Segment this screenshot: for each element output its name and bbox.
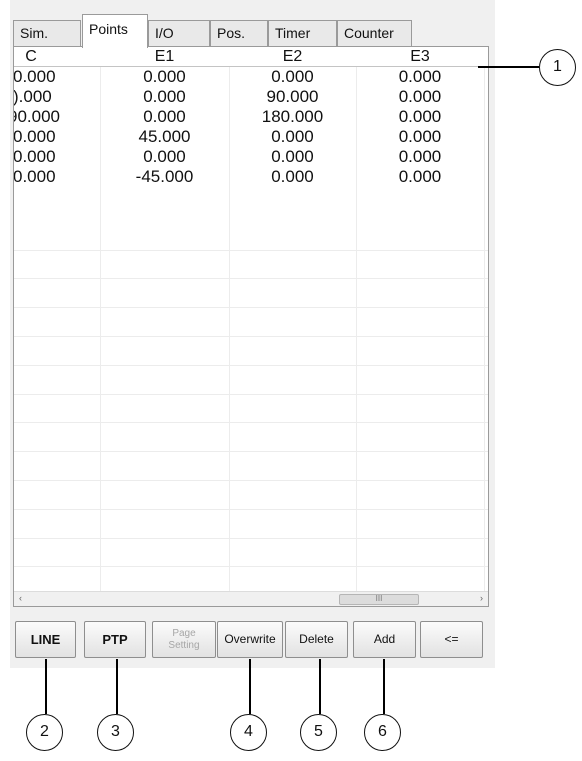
callout-2: 2 [26,714,63,751]
tab-sim[interactable]: Sim. [13,20,81,46]
page-setting-label-line1: Page [172,628,196,639]
callout-3: 3 [97,714,134,751]
grid-line [484,47,485,606]
grid-line [14,278,488,279]
grid-line [14,250,488,251]
horizontal-scrollbar[interactable]: ‹ III › [14,591,488,606]
table-cell[interactable]: -45.000 [100,167,229,196]
tab-counter[interactable]: Counter [337,20,412,46]
scroll-right-icon[interactable]: › [480,593,483,603]
points-panel: Sim. Points I/O Pos. Timer Counter C E1 … [10,0,495,668]
column-header-c[interactable]: C [14,47,48,66]
callout-4: 4 [230,714,267,751]
points-table[interactable]: C E1 E2 E3 0.000 0.000 0.000 0.000 ).000… [13,46,489,607]
add-button[interactable]: Add [353,621,416,658]
table-header: C E1 E2 E3 [14,47,488,67]
tab-points[interactable]: Points [82,14,148,48]
grid-line [14,538,488,539]
callout-leader-1 [478,66,539,68]
tab-pos[interactable]: Pos. [210,20,268,46]
column-header-e1[interactable]: E1 [100,47,229,66]
grid-line [14,566,488,567]
overwrite-button[interactable]: Overwrite [217,621,283,658]
table-cell[interactable]: 0.000 [356,167,484,196]
column-header-e2[interactable]: E2 [229,47,356,66]
grid-line [14,480,488,481]
callout-leader-3 [116,659,118,714]
grid-line [14,307,488,308]
grid-line [14,509,488,510]
callout-leader-5 [319,659,321,714]
callout-leader-2 [45,659,47,714]
column-header-e3[interactable]: E3 [356,47,484,66]
tab-io[interactable]: I/O [148,20,210,46]
grid-line [14,336,488,337]
table-cell[interactable]: 0.000 [229,167,356,196]
callout-1: 1 [539,49,576,86]
callout-leader-4 [249,659,251,714]
ptp-button[interactable]: PTP [84,621,146,658]
tab-timer[interactable]: Timer [268,20,337,46]
grid-line [14,394,488,395]
page-setting-label-line2: Setting [168,640,200,651]
callout-6: 6 [364,714,401,751]
delete-button[interactable]: Delete [285,621,348,658]
scrollbar-thumb[interactable]: III [339,594,419,605]
grid-line [14,365,488,366]
callout-leader-6 [383,659,385,714]
scroll-left-icon[interactable]: ‹ [19,593,22,603]
grid-line [14,451,488,452]
back-button[interactable]: <= [420,621,483,658]
table-cell[interactable]: 0.000 [14,167,56,196]
callout-5: 5 [300,714,337,751]
grid-line [14,422,488,423]
page-setting-button[interactable]: Page Setting [152,621,216,658]
line-button[interactable]: LINE [15,621,76,658]
